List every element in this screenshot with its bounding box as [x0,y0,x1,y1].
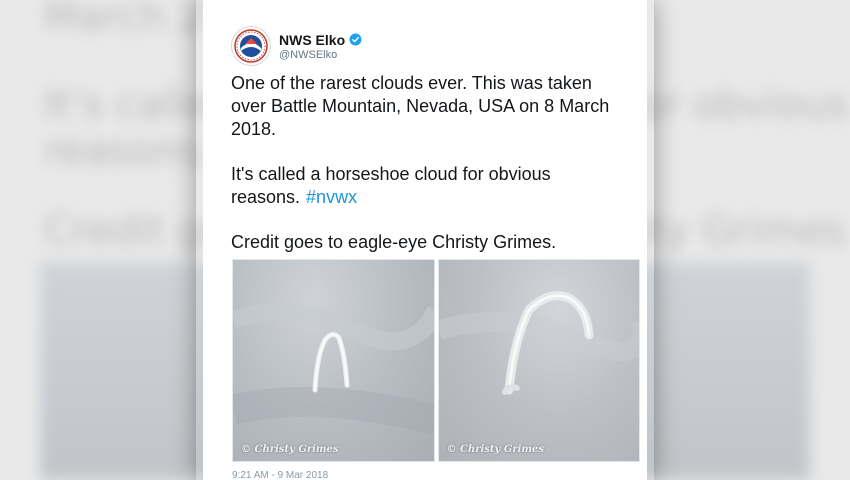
tweet-header: NWS Elko @NWSElko [231,26,362,66]
tweet-timestamp[interactable]: 9:21 AM - 9 Mar 2018 [232,470,328,480]
tweet-paragraph: Credit goes to eagle-eye Christy Grimes. [231,232,557,252]
display-name[interactable]: NWS Elko [279,32,362,48]
photo-left[interactable]: © Christy Grimes [232,259,435,462]
tweet-text: One of the rarest clouds ever. This was … [231,72,631,276]
tweet-card: NWS Elko @NWSElko One of the rarest clou… [203,0,647,480]
photo-watermark: © Christy Grimes [241,444,339,455]
photo-watermark: © Christy Grimes [446,444,545,455]
avatar[interactable] [231,26,271,66]
background-text: reasons. [44,128,213,174]
noaa-nws-logo [234,29,268,63]
horseshoe-cloud-image [233,303,434,435]
media-grid: © Christy Grimes © Christy Grimes [232,259,640,462]
horseshoe-cloud-image [438,291,640,395]
tweet-paragraph-text: It's called a horseshoe cloud for obviou… [231,164,551,207]
hashtag-link[interactable]: #nvwx [306,187,357,207]
tweet-paragraph: One of the rarest clouds ever. This was … [231,73,610,139]
verified-badge-icon [349,33,362,46]
user-handle[interactable]: @NWSElko [279,49,362,61]
photo-right[interactable]: © Christy Grimes [437,259,640,462]
display-name-text: NWS Elko [279,31,346,48]
tweet-paragraph-with-hashtag: It's called a horseshoe cloud for obviou… [231,163,631,209]
